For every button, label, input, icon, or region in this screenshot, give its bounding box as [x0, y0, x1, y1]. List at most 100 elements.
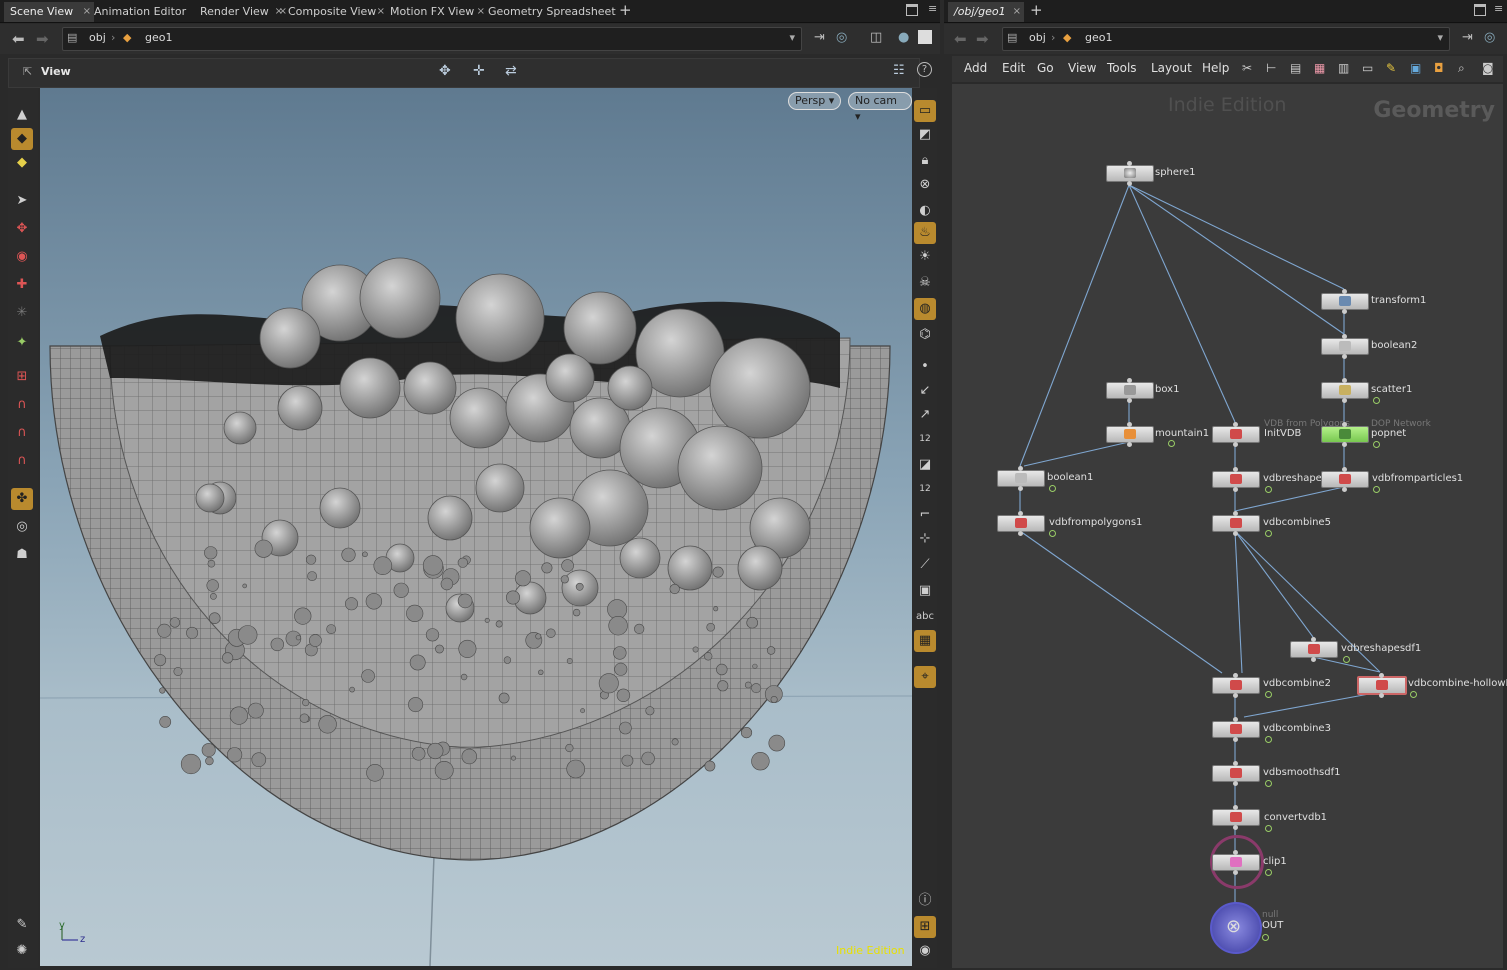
settings-icon[interactable]: ✺ [11, 940, 33, 962]
location-pin-icon[interactable]: ⌖ [914, 666, 936, 688]
view-square-icon[interactable] [918, 30, 932, 44]
forward-arrow-icon[interactable]: ➡ [976, 30, 989, 48]
snapshot-icon[interactable]: ▦ [914, 630, 936, 652]
maximize-icon[interactable] [906, 4, 918, 16]
node-vdbreshapesd[interactable] [1212, 467, 1260, 492]
node-vdbsmoothsdf1[interactable] [1212, 761, 1260, 786]
node-initvdb[interactable] [1212, 422, 1260, 447]
tree-icon[interactable]: ⊢ [1266, 61, 1276, 75]
pin-icon[interactable]: ⇥ [1462, 30, 1473, 45]
snap-icon[interactable]: ✥ [439, 63, 451, 79]
point-numbers-icon[interactable]: 12 [914, 428, 936, 450]
render-icon[interactable]: ✎ [11, 914, 33, 936]
link-icon[interactable]: ◎ [1484, 30, 1495, 45]
link-icon[interactable]: ◎ [836, 30, 847, 45]
node-boolean2[interactable] [1321, 334, 1369, 359]
rotate-icon[interactable]: ◉ [11, 246, 33, 268]
scale-icon[interactable]: ✚ [11, 274, 33, 296]
transform-icon[interactable]: ⇄ [505, 63, 517, 79]
node-vdbcombine-hollowbu[interactable] [1357, 673, 1407, 698]
select-points-icon[interactable]: ◆ [11, 152, 33, 174]
vector-icon[interactable]: ↗ [914, 404, 936, 426]
node-sphere1[interactable] [1106, 161, 1154, 186]
ghost-icon[interactable]: ◍ [914, 298, 936, 320]
magnet-icon[interactable]: ∩ [11, 394, 33, 416]
tab-scene-view[interactable]: Scene View × [4, 2, 94, 22]
pointer-icon[interactable]: ➤ [11, 190, 33, 212]
node-scatter1[interactable] [1321, 378, 1369, 403]
light-icon[interactable]: ☗ [11, 544, 33, 566]
node-transform1[interactable] [1321, 289, 1369, 314]
pin-icon[interactable]: ⇥ [814, 30, 825, 45]
help-icon[interactable]: ? [917, 62, 932, 77]
maximize-icon[interactable] [1474, 4, 1486, 16]
tab-motion-fx-view[interactable]: Motion FX View × [384, 2, 488, 22]
visibility-icon[interactable]: ✤ [11, 488, 33, 510]
magnet-curve-icon[interactable]: ∩ [11, 422, 33, 444]
node-vdbfrompolygons1[interactable] [997, 511, 1045, 536]
no-icon[interactable]: ⊗ [914, 174, 936, 196]
node-vdbcombine2[interactable] [1212, 673, 1260, 698]
node-box1[interactable] [1106, 378, 1154, 403]
wrench-icon[interactable]: ✂ [1242, 61, 1252, 75]
path-obj[interactable]: obj [89, 31, 106, 44]
menu-add[interactable]: Add [964, 61, 987, 75]
select-component-icon[interactable]: ◆ [11, 128, 33, 150]
menu-layout[interactable]: Layout [1151, 61, 1192, 75]
display-mode-icon[interactable]: ▭ [914, 100, 936, 122]
uv-icon[interactable]: ⊹ [914, 528, 936, 550]
box-icon[interactable]: ▣ [914, 580, 936, 602]
eye-icon[interactable]: ◉ [914, 940, 936, 962]
camera-dropdown[interactable]: No cam ▾ [848, 92, 912, 123]
camera-lens-icon[interactable]: ◎ [11, 516, 33, 538]
corner-icon[interactable]: ⌐ [914, 504, 936, 526]
layout-grid-icon[interactable]: ⊞ [914, 916, 936, 938]
forward-arrow-icon[interactable]: ➡ [36, 30, 49, 48]
shading-icon[interactable]: ◐ [914, 200, 936, 222]
node-out[interactable]: ⊗ [1210, 902, 1262, 954]
cube-icon[interactable]: ◫ [870, 30, 882, 45]
chevron-down-icon[interactable]: ▾ [1437, 31, 1443, 44]
lock-icon[interactable]: 🔒︎ [914, 150, 936, 172]
search-icon[interactable]: ⌕ [1458, 61, 1465, 76]
tab-obj-geo1[interactable]: /obj/geo1 × [948, 2, 1024, 22]
info-icon[interactable]: ⓘ [914, 890, 936, 912]
display-icon[interactable]: ● [898, 30, 909, 45]
3d-viewport[interactable]: Persp ▾ No cam ▾ y z Indie Edition [40, 88, 912, 966]
light-bulb-icon[interactable]: ♨ [914, 222, 936, 244]
node-vdbreshapesdf1[interactable] [1290, 637, 1338, 662]
menu-view[interactable]: View [1068, 61, 1096, 75]
network-editor[interactable]: Indie Edition Geometry sphere1 transform… [952, 84, 1507, 968]
template-icon[interactable]: ⌬ [914, 324, 936, 346]
network-box-icon[interactable]: ▭ [1362, 61, 1373, 75]
menu-tools[interactable]: Tools [1107, 61, 1137, 75]
headlight-icon[interactable]: ☀ [914, 246, 936, 268]
text-label-icon[interactable]: abc [914, 606, 936, 628]
magnet-point-icon[interactable]: ∩ [11, 450, 33, 472]
close-icon[interactable]: × [1013, 2, 1021, 22]
snap-grid-icon[interactable]: ⊞ [11, 366, 33, 388]
point-display-icon[interactable]: • [914, 356, 936, 378]
path-geo1[interactable]: geo1 [1085, 31, 1112, 44]
move-icon[interactable]: ✥ [11, 218, 33, 240]
menu-icon[interactable]: ≡ [928, 2, 937, 15]
image-icon[interactable]: ▣ [1410, 61, 1421, 75]
table-icon[interactable]: ▥ [1338, 61, 1349, 75]
wireframe-icon[interactable]: ◩ [914, 124, 936, 146]
hull-icon[interactable]: ◪ [914, 454, 936, 476]
prim-numbers-icon[interactable]: 12 [914, 478, 936, 500]
chevron-down-icon[interactable]: ▾ [789, 31, 795, 44]
asset-icon[interactable]: ◘ [1434, 61, 1444, 75]
pose-icon[interactable]: ✳ [11, 302, 33, 324]
select-object-icon[interactable]: ▲ [11, 104, 33, 126]
camera-icon[interactable]: ◙ [1482, 61, 1494, 75]
node-popnet[interactable] [1321, 422, 1369, 447]
edge-icon[interactable]: ⟋ [914, 554, 936, 576]
node-boolean1[interactable] [997, 466, 1045, 491]
node-convertvdb1[interactable] [1212, 805, 1260, 830]
path-bar[interactable]: ▤ obj › ◆ geo1 ▾ [1002, 27, 1450, 51]
node-vdbfromparticles1[interactable] [1321, 467, 1369, 492]
color-palette-icon[interactable]: ▦ [1314, 61, 1325, 75]
node-vdbcombine3[interactable] [1212, 717, 1260, 742]
list-icon[interactable]: ▤ [1290, 61, 1301, 75]
